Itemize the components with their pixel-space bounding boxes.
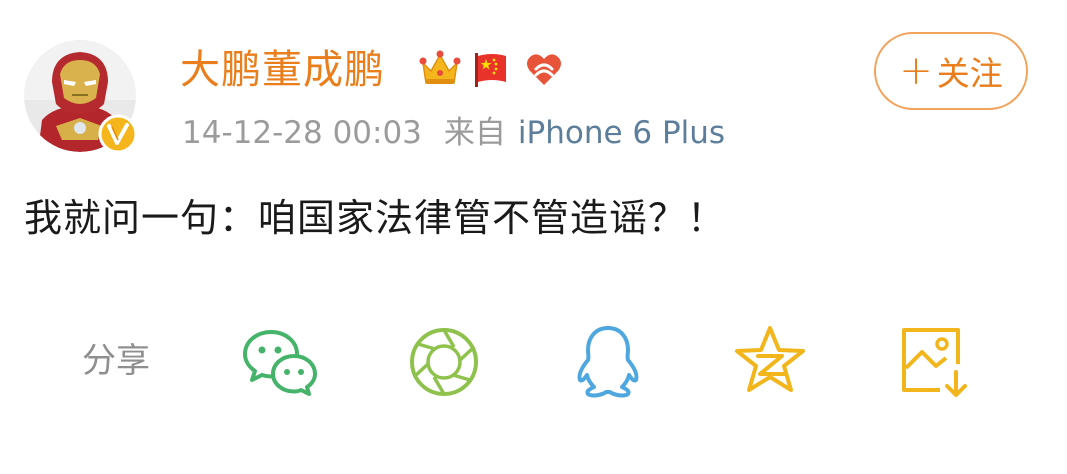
china-flag-icon[interactable]	[472, 50, 512, 88]
post-source[interactable]: iPhone 6 Plus	[518, 115, 725, 151]
user-badges	[418, 46, 566, 92]
moments-icon	[410, 328, 478, 396]
share-label: 分享	[82, 341, 150, 381]
wechat-icon	[243, 330, 317, 396]
username[interactable]: 大鹏董成鹏	[180, 44, 385, 96]
post-text: 我就问一句：咱国家法律管不管造谣？！	[24, 196, 727, 240]
post-timestamp: 14-12-28 00:03	[182, 115, 422, 151]
weibo-post: 大鹏董成鹏 14-12-28 00:03 来自 iPhone 6 Plus + …	[0, 0, 1067, 474]
qzone-icon	[735, 326, 805, 392]
save-image-button[interactable]	[894, 322, 974, 402]
verified-badge-icon	[98, 114, 138, 154]
share-moments-button[interactable]	[404, 322, 484, 402]
share-qzone-button[interactable]	[730, 322, 810, 402]
crown-icon[interactable]	[418, 49, 462, 89]
avatar[interactable]	[24, 40, 138, 154]
share-wechat-button[interactable]	[240, 322, 320, 402]
source-from-label: 来自	[443, 115, 506, 151]
qq-icon	[577, 326, 639, 398]
charity-heart-icon[interactable]	[522, 49, 566, 89]
follow-button[interactable]: + 关注	[874, 32, 1028, 110]
share-qq-button[interactable]	[568, 322, 648, 402]
plus-icon: +	[899, 48, 933, 94]
follow-button-label: 关注	[936, 54, 1003, 93]
post-meta: 14-12-28 00:03 来自 iPhone 6 Plus	[182, 112, 725, 154]
save-image-icon	[902, 328, 967, 397]
